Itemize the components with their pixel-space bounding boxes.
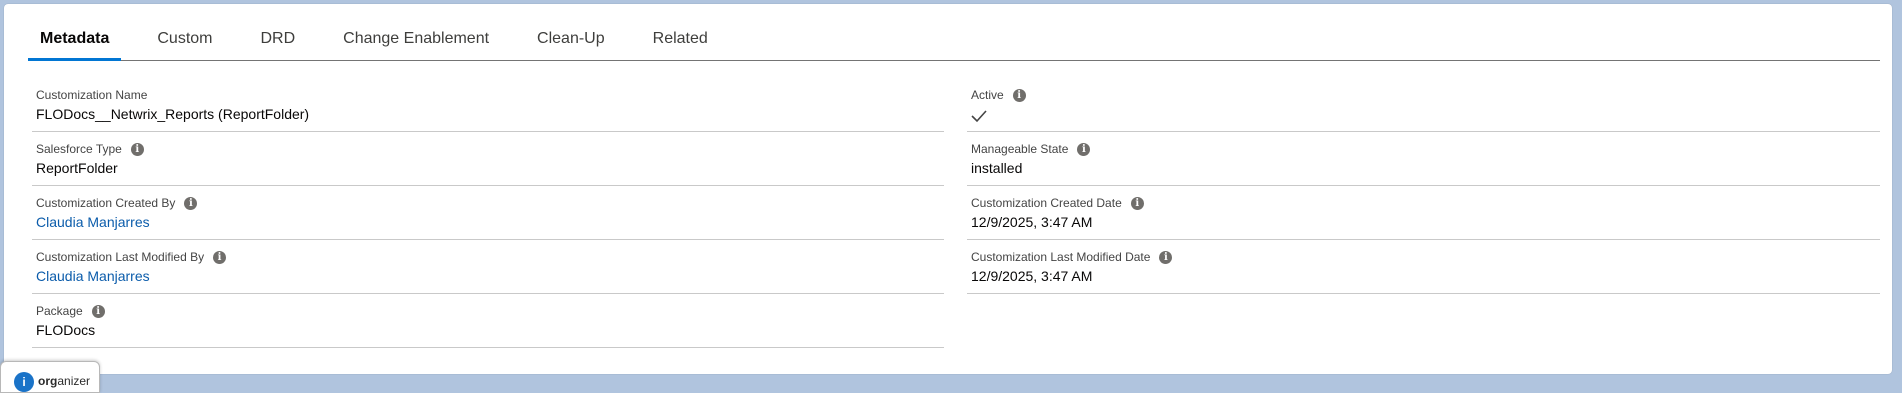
- tab-change-enablement[interactable]: Change Enablement: [319, 18, 513, 60]
- field-value: 12/9/2025, 3:47 AM: [971, 268, 1093, 284]
- field-created-date: Customization Created Date i 12/9/2025, 3…: [967, 195, 1880, 240]
- tab-label: Change Enablement: [343, 30, 490, 47]
- field-label: Customization Last Modified By i: [36, 249, 227, 265]
- field-value: ReportFolder: [36, 160, 118, 176]
- organizer-label: organizer: [38, 374, 91, 388]
- field-active: Active i: [967, 87, 1880, 132]
- field-label: Customization Created By i: [36, 195, 198, 211]
- record-detail-card: Metadata Custom DRD Change Enablement Cl…: [4, 4, 1892, 374]
- field-customization-name: Customization Name FLODocs__Netwrix_Repo…: [32, 87, 944, 132]
- check-icon: [971, 110, 987, 123]
- tab-related[interactable]: Related: [629, 18, 732, 60]
- tab-bar: Metadata Custom DRD Change Enablement Cl…: [28, 18, 1880, 61]
- field-label: Customization Last Modified Date i: [971, 249, 1173, 265]
- info-icon[interactable]: i: [213, 250, 227, 264]
- field-value: FLODocs: [36, 322, 96, 338]
- user-link[interactable]: Claudia Manjarres: [36, 214, 150, 230]
- info-icon[interactable]: i: [1159, 250, 1173, 264]
- tab-metadata[interactable]: Metadata: [28, 18, 133, 61]
- info-icon[interactable]: i: [1012, 88, 1026, 102]
- field-label: Salesforce Type i: [36, 141, 144, 157]
- field-value: FLODocs__Netwrix_Reports (ReportFolder): [36, 106, 310, 122]
- field-label: Customization Name: [36, 88, 148, 102]
- tab-custom[interactable]: Custom: [133, 18, 236, 60]
- field-label: Manageable State i: [971, 141, 1091, 157]
- field-manageable-state: Manageable State i installed: [967, 141, 1880, 186]
- field-package: Package i FLODocs: [32, 303, 944, 348]
- tab-label: Related: [652, 30, 708, 47]
- tab-label: Clean-Up: [537, 30, 605, 47]
- info-icon[interactable]: i: [1130, 196, 1144, 210]
- field-value: installed: [971, 160, 1023, 176]
- tab-drd[interactable]: DRD: [236, 18, 319, 60]
- field-created-by: Customization Created By i Claudia Manjar…: [32, 195, 944, 240]
- field-modified-date: Customization Last Modified Date i 12/9/2…: [967, 249, 1880, 294]
- field-salesforce-type: Salesforce Type i ReportFolder: [32, 141, 944, 186]
- tab-label: DRD: [260, 30, 296, 47]
- tab-label: Custom: [157, 30, 213, 47]
- info-icon[interactable]: i: [184, 196, 198, 210]
- user-link[interactable]: Claudia Manjarres: [36, 268, 150, 284]
- field-label: Customization Created Date i: [971, 195, 1144, 211]
- info-icon[interactable]: i: [1077, 142, 1091, 156]
- tab-label: Metadata: [40, 30, 110, 47]
- field-label: Active i: [971, 87, 1026, 103]
- field-label: Package i: [36, 303, 105, 319]
- organizer-tab[interactable]: i organizer: [0, 361, 100, 393]
- info-icon[interactable]: i: [130, 142, 144, 156]
- organizer-logo-icon: i: [14, 372, 34, 392]
- field-modified-by: Customization Last Modified By i Claudia …: [32, 249, 944, 294]
- info-icon[interactable]: i: [91, 304, 105, 318]
- field-value: 12/9/2025, 3:47 AM: [971, 214, 1093, 230]
- tab-clean-up[interactable]: Clean-Up: [513, 18, 629, 60]
